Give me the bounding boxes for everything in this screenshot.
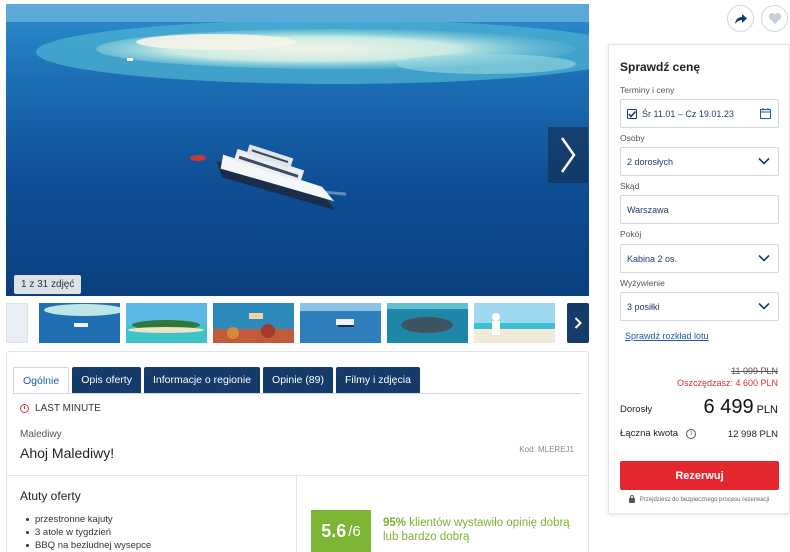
lock-icon [628,494,635,503]
info-icon[interactable]: i [686,428,697,439]
offer-page: 1 z 31 zdjęć Ogólnie Opis oferty Informa… [0,0,790,552]
share-arrow-icon [734,13,747,24]
board-value: 3 posiłki [627,301,660,312]
board-select[interactable]: 3 posiłki [620,292,779,321]
dates-label: Terminy i ceny [620,85,675,95]
thumbnail-boat-aerial[interactable] [39,303,120,343]
thumbnail-woman-beach[interactable] [474,303,555,343]
secure-note-text: Przejdziesz do bezpiecznego procesu reze… [639,497,770,503]
departure-field[interactable]: Warszawa [620,195,779,224]
tab-region-info[interactable]: Informacje o regionie [143,367,261,393]
departure-value: Warszawa [627,204,669,215]
booking-title: Sprawdź cenę [620,60,701,74]
thumbnail-island-beach[interactable] [126,303,207,343]
tab-reviews[interactable]: Opinie (89) [263,367,333,393]
reserve-button[interactable]: Rezerwuj [620,461,779,490]
booking-panel: Sprawdź cenę Terminy i ceny Śr 11.01 – C… [608,44,790,514]
region-name: Malediwy [20,429,62,440]
price-value: 6 499 [703,396,754,418]
room-label: Pokój [620,229,642,239]
tab-offer-description[interactable]: Opis oferty [72,367,141,393]
tabs-underline [13,393,582,394]
adult-price: 6 499 PLN [704,396,778,419]
last-minute-label: LAST MINUTE [35,403,101,414]
heart-icon [768,13,781,24]
highlight-item: 3 atole w tygdzień [20,526,151,539]
total-label-text: Łączna kwota [620,428,679,439]
column-divider [296,475,297,552]
offer-info-card: Ogólnie Opis oferty Informacje o regioni… [6,351,589,552]
thumbnail-strip [6,303,589,343]
highlight-item: BBQ na bezludnej wysepce [20,539,151,552]
next-photo-button[interactable] [548,127,588,183]
persons-value: 2 dorosłych [627,156,674,167]
highlights-title: Atuty oferty [20,489,81,503]
persons-label: Osoby [620,133,645,143]
chevron-down-icon [758,254,770,262]
last-minute-badge: LAST MINUTE [20,403,101,414]
flight-schedule-link[interactable]: Sprawdź rozkład lotu [625,331,709,341]
chevron-right-icon [574,317,582,329]
offer-code: Kod: MLEREJ1 [519,445,574,454]
rating-scale: /6 [348,522,361,540]
thumbnails-prev-button[interactable] [6,303,28,343]
section-divider [7,475,588,476]
highlight-item: przestronne kajuty [20,513,151,526]
tab-general[interactable]: Ogólnie [13,367,70,393]
persons-select[interactable]: 2 dorosłych [620,147,779,176]
thumbnail-boat-sea[interactable] [300,303,381,343]
room-value: Kabina 2 os. [627,253,678,264]
calendar-icon [760,108,771,119]
total-label: Łączna kwota i [620,428,697,439]
tab-media[interactable]: Filmy i zdjęcia [336,367,420,393]
rating-score-badge: 5.6 /6 [311,510,371,552]
price-currency: PLN [756,404,778,416]
adult-price-label: Dorosły [620,404,653,415]
rating-text: klientów wystawiło opinię dobrą lub bard… [383,517,570,543]
offer-title: Ahoj Malediwy! [20,445,115,461]
photo-counter: 1 z 31 zdjęć [14,275,82,294]
hero-photo[interactable]: 1 z 31 zdjęć [6,4,589,296]
old-price: 11 099 PLN [731,366,778,376]
rating-score: 5.6 [321,520,347,541]
room-select[interactable]: Kabina 2 os. [620,244,779,273]
rating-summary: 95% klientów wystawiło opinię dobrą lub … [383,516,573,544]
chevron-right-icon [560,137,576,173]
chevron-down-icon [758,157,770,165]
thumbnail-snorkeling[interactable] [213,303,294,343]
departure-label: Skąd [620,181,640,191]
thumbnail-dolphin[interactable] [387,303,468,343]
favorite-button[interactable] [761,5,788,32]
clock-icon [20,404,29,413]
rating-percent: 95% [383,517,407,529]
hero-photo-yacht [6,4,589,296]
thumbnails-next-button[interactable] [567,303,589,343]
highlights-list: przestronne kajuty 3 atole w tygdzień BB… [20,513,151,552]
board-label: Wyżywienie [620,278,665,288]
chevron-down-icon [758,302,770,310]
secure-note: Przejdziesz do bezpiecznego procesu reze… [609,494,789,503]
checkbox-checked-icon [627,108,637,119]
savings-amount: Oszczędzasz: 4 600 PLN [676,378,778,388]
dates-value: Śr 11.01 – Cz 19.01.23 [642,108,734,119]
offer-tabs: Ogólnie Opis oferty Informacje o regioni… [13,367,423,393]
total-amount: 12 998 PLN [727,429,778,440]
share-button[interactable] [727,5,754,32]
dates-field[interactable]: Śr 11.01 – Cz 19.01.23 [620,99,779,128]
